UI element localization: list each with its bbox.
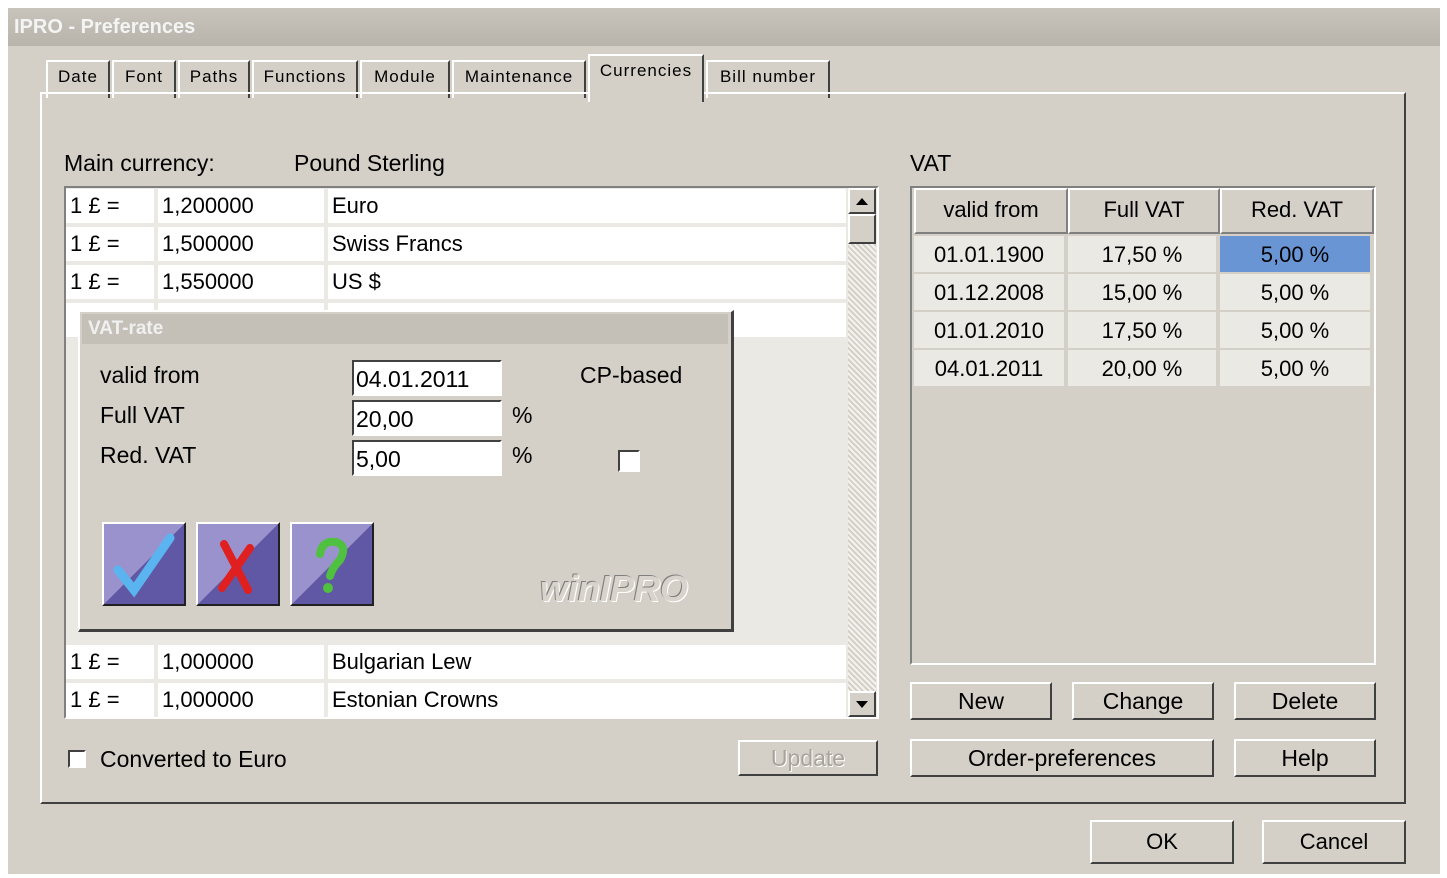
vat-reduced: 5,00 %: [1220, 274, 1370, 310]
change-button[interactable]: Change: [1072, 682, 1214, 720]
currency-rate: 1,500000: [158, 227, 324, 261]
table-row[interactable]: 01.12.2008 15,00 % 5,00 %: [914, 274, 1374, 312]
main-currency-value: Pound Sterling: [294, 150, 445, 176]
vat-rate-dialog: VAT-rate valid from 04.01.2011 CP-based …: [78, 310, 734, 632]
currency-rate: 1,000000: [158, 645, 324, 679]
cross-icon: [198, 524, 278, 604]
vat-valid-from: 01.01.2010: [914, 312, 1064, 348]
dialog-title: VAT-rate: [82, 314, 728, 344]
preferences-window: IPRO - Preferences Date Font Paths Funct…: [8, 8, 1440, 874]
currency-name: Estonian Crowns: [328, 683, 846, 717]
main-currency-label: Main currency:: [64, 150, 215, 176]
tab-currencies[interactable]: Currencies: [588, 54, 704, 102]
table-row[interactable]: 1 £ = 1,500000 Swiss Francs: [66, 226, 846, 264]
vat-valid-from: 01.01.1900: [914, 236, 1064, 272]
vat-valid-from: 04.01.2011: [914, 350, 1064, 386]
col-valid-from[interactable]: valid from: [914, 188, 1068, 234]
scroll-up-button[interactable]: [848, 188, 876, 214]
full-vat-field[interactable]: 20,00: [352, 400, 502, 436]
currency-name: Euro: [328, 189, 846, 223]
currency-rate: 1,200000: [158, 189, 324, 223]
confirm-button[interactable]: [102, 522, 186, 606]
vat-reduced: 5,00 %: [1220, 312, 1370, 348]
ok-button[interactable]: OK: [1090, 820, 1234, 864]
valid-from-field[interactable]: 04.01.2011: [352, 360, 502, 396]
vertical-scrollbar[interactable]: [848, 188, 876, 717]
vat-header-row: valid from Full VAT Red. VAT: [914, 188, 1374, 234]
arrow-up-icon: [856, 198, 868, 205]
vat-label: VAT: [910, 150, 952, 176]
vat-table: valid from Full VAT Red. VAT 01.01.1900 …: [910, 186, 1376, 665]
currency-rate: 1,550000: [158, 265, 324, 299]
currency-prefix: 1 £ =: [66, 683, 154, 717]
currency-prefix: 1 £ =: [66, 189, 154, 223]
cp-based-label: CP-based: [580, 362, 683, 388]
currency-name: Swiss Francs: [328, 227, 846, 261]
table-row[interactable]: 01.01.1900 17,50 % 5,00 %: [914, 236, 1374, 274]
red-vat-label: Red. VAT: [100, 442, 197, 468]
help-button[interactable]: Help: [1234, 739, 1376, 777]
table-row[interactable]: 1 £ = 1,200000 Euro: [66, 188, 846, 226]
scroll-down-button[interactable]: [848, 691, 876, 717]
question-icon: [292, 524, 372, 604]
vat-reduced-selected: 5,00 %: [1220, 236, 1370, 272]
converted-to-euro-checkbox[interactable]: [68, 750, 86, 768]
update-button[interactable]: Update: [738, 740, 878, 776]
check-icon: [104, 524, 184, 604]
cancel-button[interactable]: Cancel: [1262, 820, 1406, 864]
new-button[interactable]: New: [910, 682, 1052, 720]
table-row[interactable]: 1 £ = 1,000000 Estonian Crowns: [66, 682, 846, 720]
table-row[interactable]: 04.01.2011 20,00 % 5,00 %: [914, 350, 1374, 388]
full-vat-label: Full VAT: [100, 402, 185, 428]
vat-full: 20,00 %: [1068, 350, 1216, 386]
currency-prefix: 1 £ =: [66, 645, 154, 679]
vat-full: 15,00 %: [1068, 274, 1216, 310]
table-row[interactable]: 1 £ = 1,000000 Bulgarian Lew: [66, 644, 846, 682]
table-row[interactable]: 01.01.2010 17,50 % 5,00 %: [914, 312, 1374, 350]
red-vat-percent: %: [512, 442, 533, 468]
valid-from-label: valid from: [100, 362, 200, 388]
currency-prefix: 1 £ =: [66, 265, 154, 299]
col-full-vat[interactable]: Full VAT: [1068, 188, 1220, 234]
currency-name: US $: [328, 265, 846, 299]
col-red-vat[interactable]: Red. VAT: [1220, 188, 1374, 234]
vat-full: 17,50 %: [1068, 312, 1216, 348]
currency-prefix: 1 £ =: [66, 227, 154, 261]
red-vat-field[interactable]: 5,00: [352, 440, 502, 476]
order-preferences-button[interactable]: Order-preferences: [910, 739, 1214, 777]
currency-name: Bulgarian Lew: [328, 645, 846, 679]
cancel-x-button[interactable]: [196, 522, 280, 606]
scroll-thumb[interactable]: [848, 214, 876, 244]
delete-button[interactable]: Delete: [1234, 682, 1376, 720]
vat-reduced: 5,00 %: [1220, 350, 1370, 386]
table-row[interactable]: 1 £ = 1,550000 US $: [66, 264, 846, 302]
window-title: IPRO - Preferences: [8, 8, 1440, 46]
dialog-help-button[interactable]: [290, 522, 374, 606]
vat-valid-from: 01.12.2008: [914, 274, 1064, 310]
winipro-logo: winIPRO: [540, 568, 689, 609]
cp-based-checkbox[interactable]: [618, 450, 640, 472]
full-vat-percent: %: [512, 402, 533, 428]
currency-rate: 1,000000: [158, 683, 324, 717]
converted-to-euro-label: Converted to Euro: [100, 746, 287, 772]
vat-full: 17,50 %: [1068, 236, 1216, 272]
arrow-down-icon: [856, 701, 868, 708]
